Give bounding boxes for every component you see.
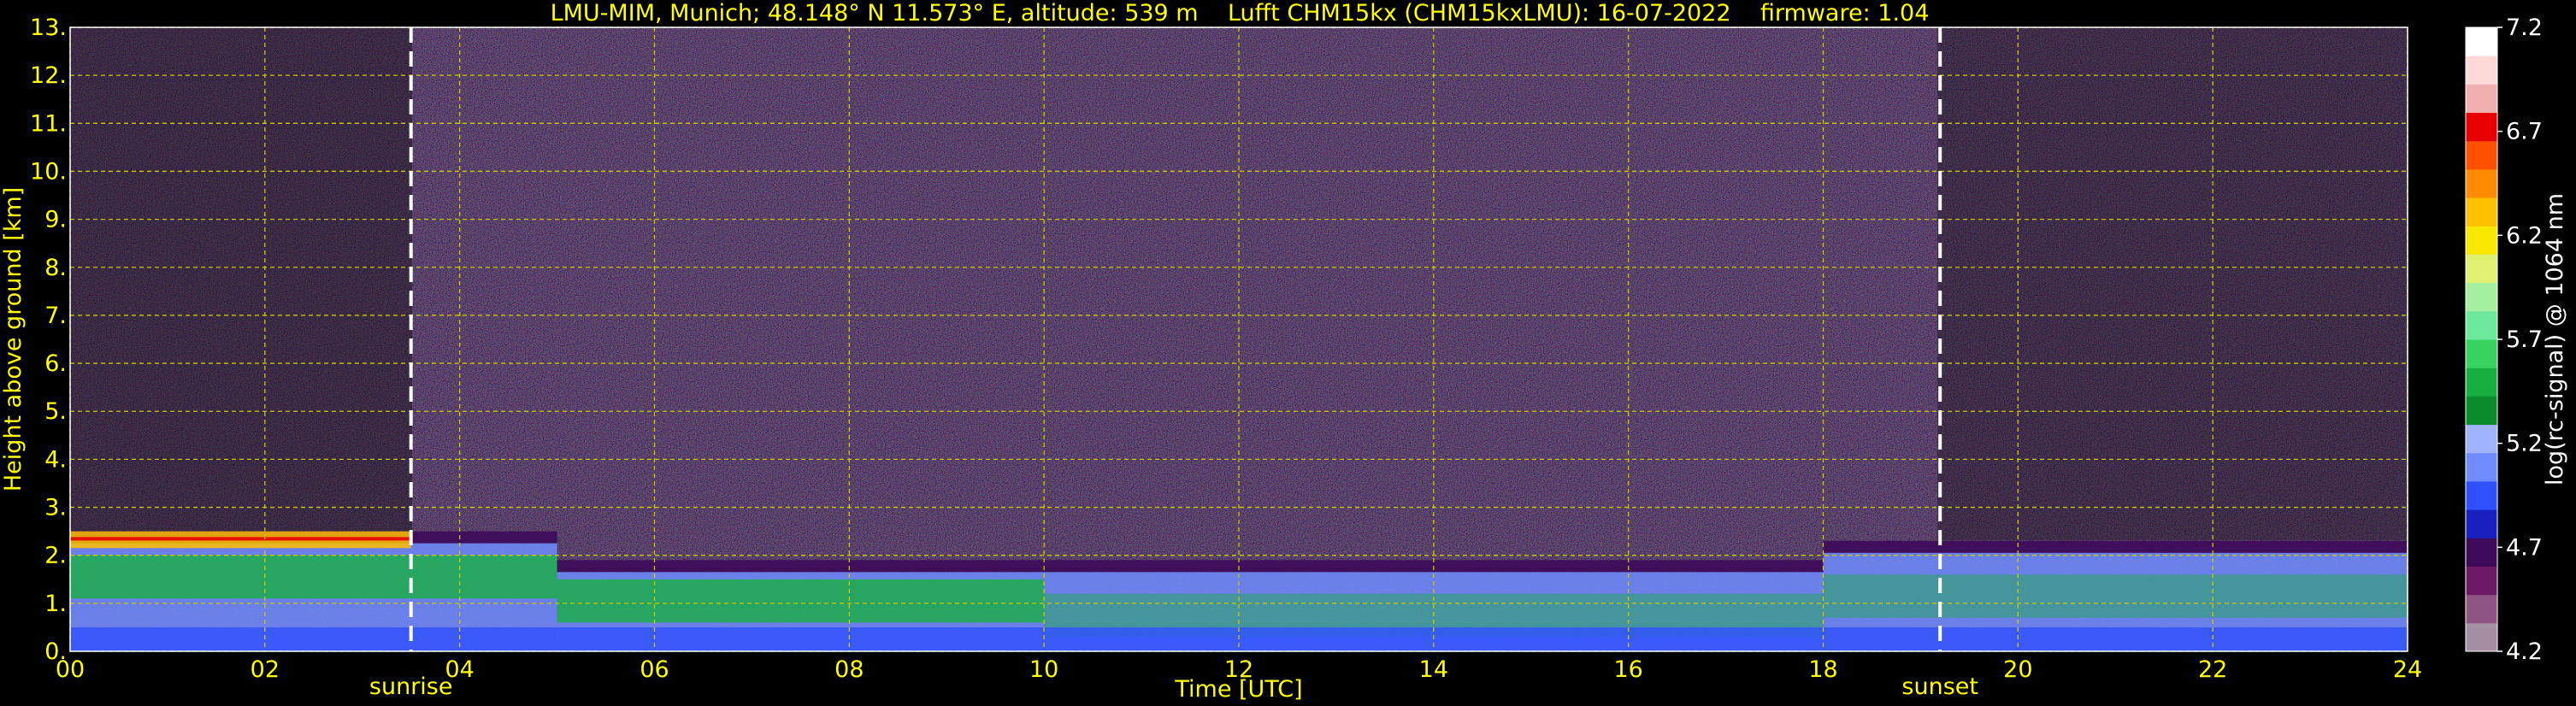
sunset-label: sunset — [1901, 674, 1978, 700]
chart-title: LMU-MIM, Munich; 48.148° N 11.573° E, al… — [551, 0, 1930, 26]
colorbar-tick-label: 5.7 — [2506, 327, 2543, 353]
colorbar-tick-label: 5.2 — [2506, 431, 2543, 457]
x-tick-label: 14 — [1419, 656, 1448, 683]
x-tick-label: 20 — [2003, 656, 2032, 683]
colorbar-segment — [2466, 56, 2497, 85]
y-tick-label: 4. — [44, 446, 67, 473]
layer-core — [557, 579, 1045, 623]
y-tick-label: 8. — [44, 255, 67, 281]
y-tick-label: 2. — [44, 543, 67, 569]
y-tick-label: 0. — [44, 638, 67, 665]
y-tick-label: 5. — [44, 398, 67, 425]
y-tick-label: 13. — [30, 15, 67, 41]
colorbar-segment — [2466, 368, 2497, 397]
colorbar-segment — [2466, 339, 2497, 368]
colorbar-segment — [2466, 226, 2497, 255]
y-axis-label: Height above ground [km] — [0, 187, 27, 491]
residual-layer-edge — [70, 537, 411, 541]
y-tick-label: 7. — [44, 303, 67, 329]
colorbar-tick-label: 6.7 — [2506, 119, 2543, 145]
y-tick-label: 3. — [44, 495, 67, 521]
colorbar-segment — [2466, 566, 2497, 596]
y-tick-label: 10. — [30, 158, 67, 185]
night-shading-right — [1937, 27, 2408, 540]
colorbar-tick-label: 4.7 — [2506, 534, 2543, 561]
surface-layer — [1823, 627, 2408, 651]
surface-layer — [70, 627, 557, 651]
x-tick-label: 22 — [2198, 656, 2227, 683]
surface-layer — [557, 627, 1045, 651]
colorbar-segment — [2466, 538, 2497, 567]
y-tick-label: 6. — [44, 350, 67, 377]
colorbar-segment — [2466, 424, 2497, 454]
colorbar-segment — [2466, 168, 2497, 198]
colorbar-segment — [2466, 140, 2497, 170]
colorbar-label: log(rc-signal) @ 1064 nm — [2542, 193, 2568, 485]
x-tick-label: 08 — [834, 656, 864, 683]
x-tick-label: 18 — [1808, 656, 1837, 683]
y-tick-label: 12. — [30, 62, 67, 89]
y-tick-label: 9. — [44, 207, 67, 233]
y-axis-ticks: 0. 1. 2. 3. 4. 5. 6. 7. 8. 9. 10. 11. 12. 13. — [30, 15, 67, 665]
colorbar-segment — [2466, 282, 2497, 312]
x-tick-label: 02 — [251, 656, 280, 683]
colorbar-segment — [2466, 310, 2497, 340]
colorbar-tick-label: 6.2 — [2506, 222, 2543, 249]
x-tick-label: 10 — [1029, 656, 1058, 683]
colorbar-segment — [2466, 84, 2497, 114]
night-shading-left — [70, 27, 412, 540]
layer-cap — [557, 560, 1045, 573]
y-tick-label: 11. — [30, 110, 67, 137]
y-tick-label: 1. — [44, 591, 67, 617]
layer-core — [70, 555, 557, 599]
colorbar-segment — [2466, 197, 2497, 227]
colorbar-segment — [2466, 396, 2497, 426]
x-axis-label: Time [UTC] — [1174, 676, 1302, 703]
x-tick-label: 04 — [445, 656, 474, 683]
colorbar-segment — [2466, 27, 2497, 56]
layer-core — [1823, 574, 2408, 618]
colorbar-segment — [2466, 452, 2497, 482]
colorbar-segment — [2466, 594, 2497, 624]
x-tick-label: 24 — [2393, 656, 2422, 683]
x-tick-label: 06 — [640, 656, 669, 683]
colorbar-ticks: 4.2 4.7 5.2 5.7 6.2 6.7 7.2 — [2497, 15, 2543, 665]
colorbar-tick-label: 7.2 — [2506, 15, 2543, 41]
layer-cap — [1823, 540, 2408, 553]
colorbar-segment — [2466, 254, 2497, 284]
sunrise-label: sunrise — [369, 674, 453, 700]
colorbar-segment — [2466, 622, 2497, 652]
x-tick-label: 16 — [1613, 656, 1642, 683]
ceilometer-chart: sunrise sunset LMU-MIM, Munich; 48.148° N… — [0, 0, 2568, 703]
colorbar-tick-label: 4.2 — [2506, 638, 2543, 665]
colorbar — [2466, 27, 2497, 652]
colorbar-segment — [2466, 480, 2497, 510]
colorbar-segment — [2466, 509, 2497, 538]
colorbar-segment — [2466, 112, 2497, 142]
